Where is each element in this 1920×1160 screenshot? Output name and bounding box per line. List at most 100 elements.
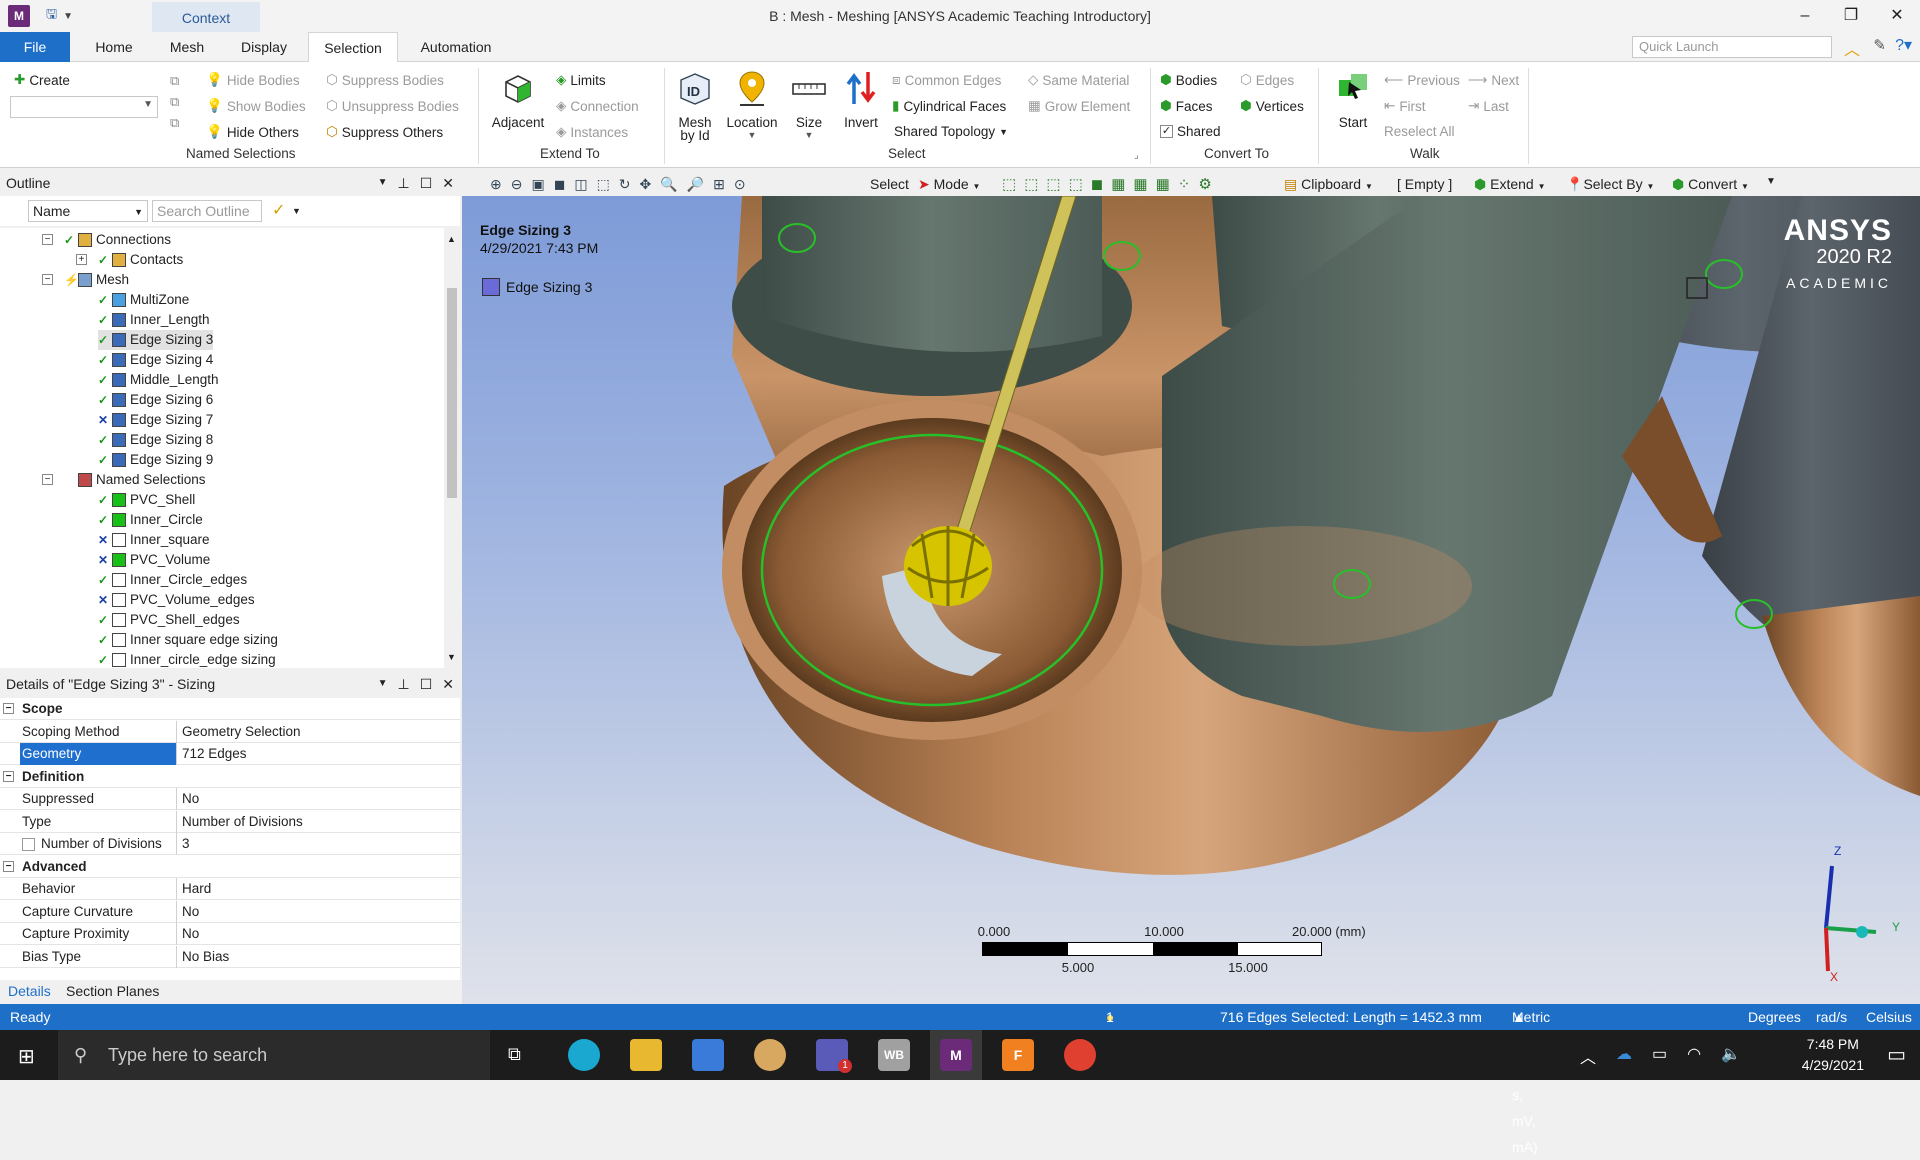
outline-tree-item[interactable]: ✓ Edge Sizing 4 — [98, 350, 213, 370]
rotate-icon[interactable]: ↻ — [619, 176, 631, 193]
suppress-others-button[interactable]: ⬡ Suppress Others — [326, 124, 443, 140]
tab-display[interactable]: Display — [226, 32, 302, 62]
location-button[interactable]: Location ▼ — [722, 68, 782, 140]
tab-section-planes[interactable]: Section Planes — [66, 983, 159, 999]
details-group-header[interactable]: − Advanced — [0, 855, 460, 878]
outline-tree-item[interactable]: ✓ Edge Sizing 8 — [98, 430, 213, 450]
quick-access-dropdown-icon[interactable]: ▼ — [63, 11, 73, 22]
select-by-dropdown[interactable]: 📍Select By ▼ — [1566, 176, 1654, 193]
outline-tree-item[interactable]: ✓ Edge Sizing 6 — [98, 390, 213, 410]
pane-menu-icon[interactable]: ▼ — [378, 172, 388, 194]
reselect-all-button[interactable]: Reselect All — [1384, 124, 1455, 139]
model-view[interactable] — [462, 196, 1920, 1004]
select-node-icon[interactable]: ▦ — [1111, 175, 1125, 193]
details-property-row[interactable]: Suppressed No — [0, 788, 460, 810]
tree-expander-icon[interactable]: − — [42, 234, 53, 245]
zoom-in-icon[interactable]: ⊕ — [490, 176, 502, 193]
convert-dropdown[interactable]: ⬢ Convert ▼ — [1672, 176, 1749, 193]
common-edges-button[interactable]: ⧈ Common Edges — [892, 72, 1001, 88]
same-material-button[interactable]: ◇ Same Material — [1028, 72, 1129, 88]
tab-mesh[interactable]: Mesh — [154, 32, 220, 62]
chevron-up-icon[interactable]: ︿ — [1844, 36, 1860, 60]
magnifier-icon[interactable]: ⊙ — [734, 176, 746, 193]
select-extended-icon[interactable]: ⁘ — [1178, 175, 1191, 193]
outline-scrollbar[interactable]: ▲ ▼ — [444, 228, 460, 668]
store-icon[interactable] — [692, 1039, 724, 1071]
details-property-row[interactable]: Behavior Hard — [0, 878, 460, 900]
close-window-button[interactable]: ✕ — [1874, 0, 1920, 32]
select-body-icon[interactable]: ◼ — [1091, 175, 1103, 193]
tab-home[interactable]: Home — [82, 32, 146, 62]
named-selection-dropdown[interactable]: ▼ — [10, 96, 158, 118]
context-tab[interactable]: Context — [152, 2, 260, 32]
convert-faces-button[interactable]: ⬢ Faces — [1160, 98, 1213, 114]
shared-topology-dropdown[interactable]: Shared Topology ▼ — [894, 124, 1008, 139]
scroll-down-icon[interactable]: ▼ — [447, 652, 456, 662]
outline-tree-item[interactable]: ✓ Inner_circle_edge sizing — [98, 650, 276, 668]
named-selection-action-1-icon[interactable]: ⧉ — [170, 70, 179, 91]
mesh-by-id-button[interactable]: ID Mesh by Id — [672, 68, 718, 143]
details-property-row[interactable]: Scoping Method Geometry Selection — [0, 720, 460, 743]
details-property-row[interactable]: Capture Proximity No — [0, 923, 460, 945]
property-value[interactable]: Geometry Selection — [180, 721, 301, 743]
quick-launch-input[interactable]: Quick Launch — [1632, 36, 1832, 58]
name-filter-dropdown[interactable]: Name ▼ — [28, 200, 148, 222]
teams-icon[interactable]: 1 — [816, 1039, 852, 1073]
limits-button[interactable]: ◈ Limits — [556, 72, 606, 88]
cylindrical-faces-button[interactable]: ▮ Cylindrical Faces — [892, 98, 1006, 114]
feedback-icon[interactable]: ✎ — [1873, 36, 1886, 54]
property-value[interactable]: No — [180, 901, 199, 923]
select-element-icon[interactable]: ▦ — [1156, 175, 1170, 193]
outline-tree-item[interactable]: ✓ MultiZone — [98, 290, 189, 310]
select-point-icon[interactable]: ⬚ — [1002, 175, 1016, 193]
details-property-row[interactable]: Number of Divisions 3 — [0, 833, 460, 855]
details-property-row[interactable]: Bias Type No Bias — [0, 945, 460, 968]
walk-last-button[interactable]: ⇥ Last — [1468, 98, 1509, 114]
tab-automation[interactable]: Automation — [406, 32, 506, 62]
parameter-checkbox[interactable] — [22, 837, 35, 851]
walk-next-button[interactable]: ⟶ Next — [1468, 72, 1519, 88]
outline-tree-item[interactable]: ✕ PVC_Volume — [98, 550, 210, 570]
tab-details[interactable]: Details — [8, 983, 51, 999]
tab-selection[interactable]: Selection — [308, 32, 398, 62]
collapse-icon[interactable]: − — [3, 703, 14, 714]
size-button[interactable]: Size ▼ — [786, 68, 832, 140]
hide-others-button[interactable]: 💡 Hide Others — [206, 124, 299, 140]
outline-tree-item[interactable]: ✕ Edge Sizing 7 — [98, 410, 213, 430]
zoom-fit-icon[interactable]: ⊞ — [713, 176, 725, 193]
tree-expander-icon[interactable]: − — [42, 274, 53, 285]
shaded-view-icon[interactable]: ◼ — [554, 176, 566, 193]
property-value[interactable]: No — [180, 788, 199, 810]
adjacent-button[interactable]: Adjacent — [484, 68, 552, 130]
property-value[interactable]: No Bias — [180, 946, 229, 968]
property-value[interactable]: 712 Edges — [180, 743, 247, 765]
property-value[interactable]: Hard — [180, 878, 211, 900]
invert-button[interactable]: Invert — [838, 68, 884, 130]
outline-tree-item[interactable]: ✕ Inner_square — [98, 530, 210, 550]
details-property-row[interactable]: Type Number of Divisions — [0, 810, 460, 833]
select-vertex-icon[interactable]: ⬚ — [1024, 175, 1038, 193]
outline-tree-item[interactable]: ✓ Edge Sizing 3 — [98, 330, 214, 350]
mode-dropdown[interactable]: ➤ Mode ▼ — [918, 176, 980, 193]
temperature-units[interactable]: Celsius — [1866, 1004, 1912, 1030]
chevron-down-icon[interactable]: ▼ — [292, 206, 301, 216]
toolbar-overflow-icon[interactable]: ▼ — [1766, 176, 1776, 187]
zoom-icon[interactable]: 🔍 — [660, 176, 677, 193]
outline-tree-item[interactable]: ✓ Inner_Circle — [98, 510, 203, 530]
extend-dropdown[interactable]: ⬢ Extend ▼ — [1474, 176, 1546, 193]
search-outline-input[interactable]: Search Outline — [152, 200, 262, 222]
zoom-out-icon[interactable]: ⊖ — [511, 176, 523, 193]
show-bodies-button[interactable]: 💡 Show Bodies — [206, 98, 306, 114]
clipboard-dropdown[interactable]: ▤ Clipboard ▼ — [1284, 176, 1373, 193]
scroll-up-icon[interactable]: ▲ — [447, 234, 456, 244]
instances-button[interactable]: ◈ Instances — [556, 124, 628, 140]
scrollbar-thumb[interactable] — [447, 288, 457, 498]
minimize-button[interactable]: – — [1782, 0, 1828, 32]
outline-tree-item[interactable]: ✓ Contacts — [98, 250, 183, 270]
outline-tree-item[interactable]: ✓ Middle_Length — [98, 370, 219, 390]
walk-start-button[interactable]: Start — [1326, 68, 1380, 130]
outline-tree-item[interactable]: Named Selections — [64, 470, 206, 490]
select-element-face-icon[interactable]: ▦ — [1133, 175, 1147, 193]
named-selection-action-3-icon[interactable]: ⧉ — [170, 112, 179, 133]
details-group-header[interactable]: − Scope — [0, 698, 460, 720]
